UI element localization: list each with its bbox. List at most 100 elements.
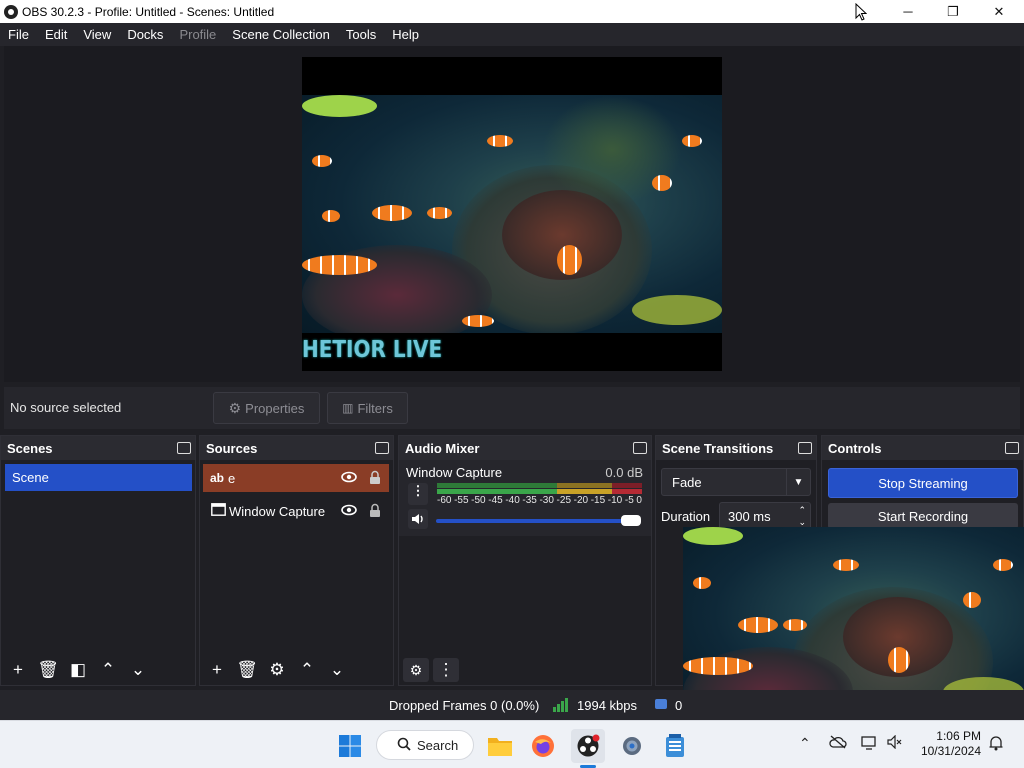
filter-icon: ▥	[342, 401, 354, 415]
meter-tick: -35	[522, 495, 537, 506]
scene-transitions-title: Scene Transitions	[662, 440, 774, 456]
taskbar-clock[interactable]: 1:06 PM 10/31/2024	[915, 729, 981, 759]
mixer-menu-button[interactable]: ⋮	[408, 483, 428, 505]
filters-label: Filters	[357, 400, 393, 416]
mixer-settings-button[interactable]: ⚙	[403, 658, 429, 682]
spin-arrows-icon[interactable]: ⌃ ⌄	[798, 504, 806, 528]
menu-edit[interactable]: Edit	[37, 23, 75, 46]
filters-button[interactable]: ▥ Filters	[327, 392, 408, 424]
controls-title: Controls	[828, 440, 882, 456]
undock-icon[interactable]	[375, 442, 389, 454]
recording-status-icon	[655, 699, 667, 709]
no-source-label: No source selected	[10, 400, 122, 415]
clock-time: 1:06 PM	[936, 729, 981, 743]
firefox-icon[interactable]	[526, 729, 560, 763]
maximize-button[interactable]: ❐	[930, 0, 976, 23]
obs-taskbar-icon[interactable]	[571, 729, 605, 763]
remove-source-button[interactable]: 🗑	[234, 658, 260, 682]
scenes-title: Scenes	[7, 440, 53, 456]
duration-label: Duration	[661, 509, 711, 524]
menu-file[interactable]: File	[0, 23, 37, 46]
start-recording-button[interactable]: Start Recording	[828, 503, 1018, 529]
transition-selected: Fade	[672, 474, 702, 490]
sources-dock: Sources ab e Window Capture + 🗑 ⚙ ⌃ ⌄	[199, 435, 394, 686]
stop-streaming-button[interactable]: Stop Streaming	[828, 468, 1018, 498]
mixer-channel: Window Capture 0.0 dB ⋮ -60 -55 -50 -45 …	[399, 460, 651, 536]
menu-profile[interactable]: Profile	[171, 23, 224, 46]
notepad-icon[interactable]	[658, 729, 692, 763]
meter-tick: -15	[590, 495, 606, 506]
undock-icon[interactable]	[177, 442, 191, 454]
mixer-channel-name: Window Capture	[406, 465, 503, 480]
properties-button[interactable]: ⚙ Properties	[213, 392, 320, 424]
undock-icon[interactable]	[633, 442, 647, 454]
source-label: Window Capture	[229, 503, 326, 519]
move-scene-down-button[interactable]: ⌄	[125, 658, 151, 682]
source-item-text[interactable]: ab e	[203, 464, 389, 492]
add-scene-button[interactable]: +	[5, 658, 31, 682]
chevron-up-icon[interactable]: ⌃	[799, 735, 811, 752]
obs-logo-icon	[4, 4, 18, 19]
volume-muted-icon[interactable]	[887, 734, 903, 752]
move-scene-up-button[interactable]: ⌃	[95, 658, 121, 682]
meter-tick: -60	[437, 495, 452, 506]
meter-tick: -10	[607, 495, 623, 506]
duration-value: 300 ms	[728, 508, 771, 524]
window-titlebar: OBS 30.2.3 - Profile: Untitled - Scenes:…	[0, 0, 1024, 23]
eye-icon[interactable]	[341, 504, 357, 519]
mouse-cursor-icon	[855, 2, 868, 21]
live-logo-text: HETIOR LIVE	[302, 335, 443, 363]
speaker-icon[interactable]	[408, 509, 428, 529]
notification-bell-icon[interactable]	[988, 735, 1004, 754]
lock-icon[interactable]	[369, 470, 381, 488]
settings-gear-icon[interactable]	[615, 729, 649, 763]
meter-tick: -30	[539, 495, 554, 506]
scene-filters-button[interactable]: ◧	[65, 658, 91, 682]
move-source-up-button[interactable]: ⌃	[294, 658, 320, 682]
taskbar: Search ⌃ 1:06 PM 10/31/2024	[0, 720, 1024, 768]
menu-docks[interactable]: Docks	[119, 23, 171, 46]
signal-bars-icon	[553, 698, 569, 715]
volume-slider-track[interactable]	[436, 519, 636, 523]
eye-icon[interactable]	[341, 471, 357, 486]
minimize-button[interactable]: ─	[885, 0, 931, 23]
windows-start-icon[interactable]	[333, 729, 367, 763]
meter-tick: -25	[556, 495, 571, 506]
mixer-level-db: 0.0 dB	[605, 465, 643, 480]
taskbar-search[interactable]: Search	[376, 730, 474, 760]
clock-date: 10/31/2024	[920, 744, 981, 758]
source-item-window-capture[interactable]: Window Capture	[203, 497, 389, 525]
undock-icon[interactable]	[798, 442, 812, 454]
transition-select[interactable]: Fade ▼	[661, 468, 811, 496]
audio-mixer-dock: Audio Mixer Window Capture 0.0 dB ⋮ -60 …	[398, 435, 652, 686]
file-explorer-icon[interactable]	[483, 729, 517, 763]
undock-icon[interactable]	[1005, 442, 1019, 454]
search-icon	[397, 737, 411, 754]
meter-tick: -20	[573, 495, 589, 506]
source-properties-button[interactable]: ⚙	[264, 658, 290, 682]
meter-tick: -40	[505, 495, 520, 506]
mixer-more-button[interactable]: ⋮	[433, 658, 459, 682]
search-label: Search	[417, 737, 459, 753]
meter-tick: -55	[454, 495, 469, 506]
menu-help[interactable]: Help	[384, 23, 427, 46]
menu-tools[interactable]: Tools	[338, 23, 384, 46]
duration-spinbox[interactable]: 300 ms ⌃ ⌄	[719, 502, 811, 530]
chevron-down-icon: ▼	[786, 469, 810, 495]
preview-canvas[interactable]: HETIOR LIVE	[302, 57, 722, 371]
status-bar: Dropped Frames 0 (0.0%) 1994 kbps 0	[0, 690, 1024, 720]
add-source-button[interactable]: +	[204, 658, 230, 682]
menu-view[interactable]: View	[75, 23, 119, 46]
remove-scene-button[interactable]: 🗑	[35, 658, 61, 682]
close-button[interactable]: ✕	[976, 0, 1022, 23]
aquarium-video-frame	[302, 95, 722, 333]
network-icon[interactable]	[861, 735, 879, 754]
menu-scene-collection[interactable]: Scene Collection	[224, 23, 338, 46]
meter-tick: -50	[471, 495, 486, 506]
audio-mixer-title: Audio Mixer	[405, 440, 480, 456]
lock-icon[interactable]	[369, 503, 381, 521]
volume-slider-handle[interactable]	[621, 515, 641, 526]
onedrive-offline-icon[interactable]	[829, 735, 847, 752]
move-source-down-button[interactable]: ⌄	[324, 658, 350, 682]
scene-list-item[interactable]: Scene	[5, 464, 192, 491]
